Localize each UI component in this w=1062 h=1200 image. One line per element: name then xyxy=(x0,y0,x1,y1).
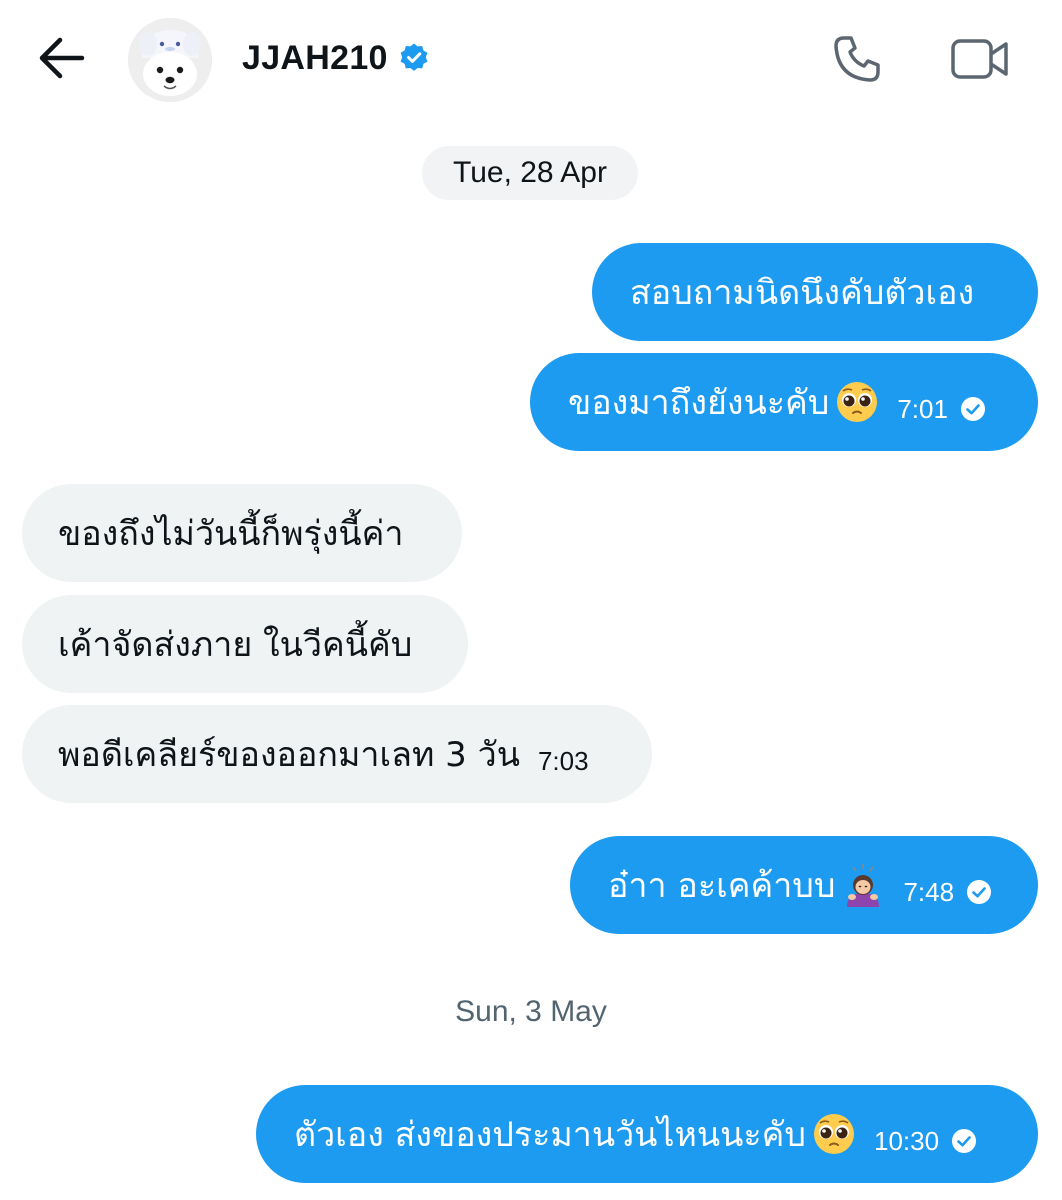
message-bubble-incoming[interactable]: เค้าจัดส่งภาย ในวีคนี้คับ xyxy=(22,595,468,693)
message-bubble-outgoing[interactable]: อ๋าา อะเคค้าบบ 7:48 xyxy=(570,836,1038,934)
message-timestamp: 7:48 xyxy=(903,876,955,907)
message-text: ตัวเอง ส่งของประมานวันไหนนะคับ xyxy=(294,1115,807,1155)
date-separator: Sun, 3 May xyxy=(455,995,607,1028)
sent-check-icon xyxy=(960,397,985,421)
message-bubble-incoming[interactable]: ของถึงไม่วันนี้ก็พรุ่งนี้ค่า xyxy=(22,484,462,582)
back-button[interactable] xyxy=(36,36,86,80)
message-bubble-outgoing[interactable]: ตัวเอง ส่งของประมานวันไหนนะคับ 10:30 xyxy=(256,1085,1038,1183)
verified-badge-icon xyxy=(400,43,428,71)
pleading-face-icon xyxy=(814,1114,855,1154)
date-separator: Tue, 28 Apr xyxy=(422,146,638,200)
arrow-left-icon xyxy=(39,37,85,79)
message-text: ของถึงไม่วันนี้ก็พรุ่งนี้ค่า xyxy=(58,514,404,554)
title-wrap: JJAH210 xyxy=(242,36,430,80)
video-icon xyxy=(951,39,1008,79)
message-timestamp: 7:01 xyxy=(897,393,948,424)
message-text: อ๋าา อะเคค้าบบ xyxy=(608,866,836,906)
phone-icon xyxy=(834,36,880,82)
message-timestamp: 7:03 xyxy=(537,745,589,776)
message-text: ของมาถึงยังนะคับ xyxy=(568,383,830,423)
conversation-header: JJAH210 xyxy=(0,0,1062,120)
message-text: พอดีเคลียร์ของออกมาเลท 3 วัน xyxy=(58,735,520,775)
message-bubble-outgoing[interactable]: ของมาถึงยังนะคับ 7:01 xyxy=(530,353,1038,451)
contact-name[interactable]: JJAH210 xyxy=(242,39,388,78)
message-text: สอบถามนิดนึงคับตัวเอง xyxy=(630,273,975,313)
call-button[interactable] xyxy=(832,34,882,84)
message-timestamp: 10:30 xyxy=(874,1125,940,1156)
video-call-button[interactable] xyxy=(950,36,1010,82)
message-bubble-incoming[interactable]: พอดีเคลียร์ของออกมาเลท 3 วัน 7:03 xyxy=(22,705,652,803)
sent-check-icon xyxy=(967,880,992,904)
sent-check-icon xyxy=(952,1129,977,1153)
message-bubble-outgoing[interactable]: สอบถามนิดนึงคับตัวเอง xyxy=(592,243,1038,341)
person-bowing-icon xyxy=(847,864,880,907)
avatar[interactable] xyxy=(128,18,212,102)
pleading-face-icon xyxy=(837,382,878,422)
message-text: เค้าจัดส่งภาย ในวีคนี้คับ xyxy=(58,625,413,665)
